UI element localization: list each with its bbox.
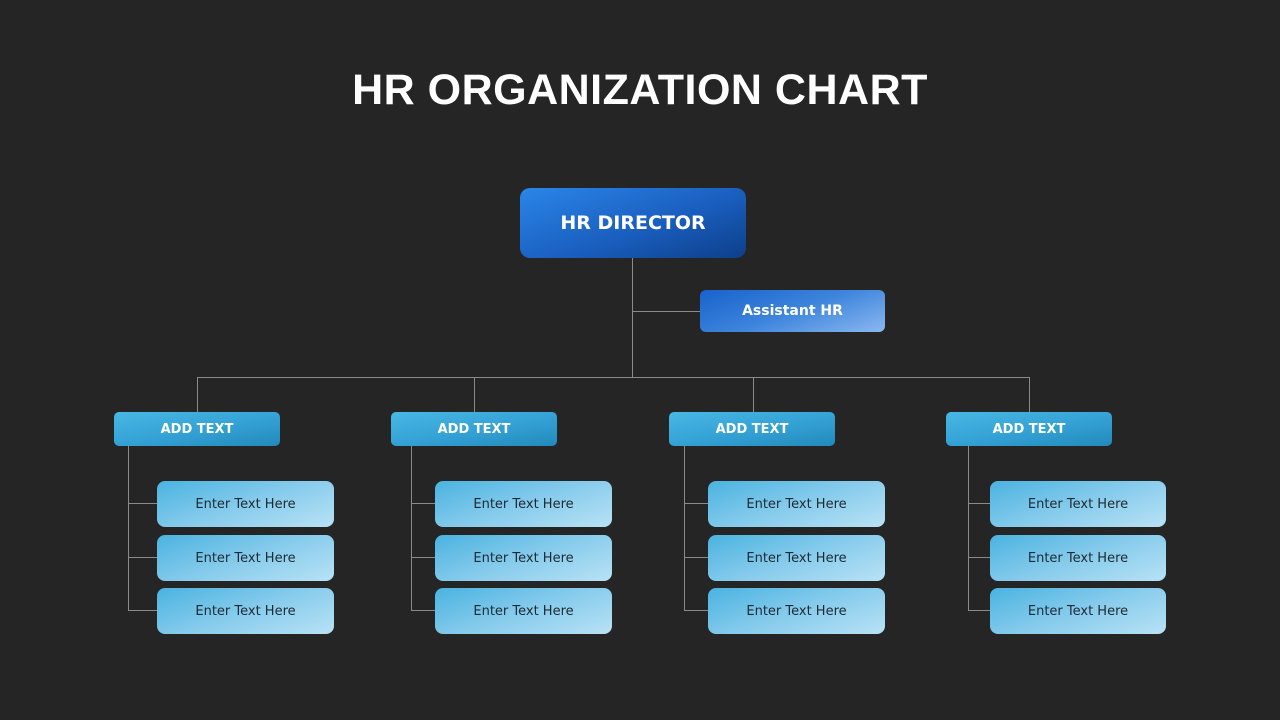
connector-dept-4-drop: [1029, 377, 1030, 412]
sub-item-label: Enter Text Here: [195, 603, 296, 619]
sub-item-label: Enter Text Here: [473, 603, 574, 619]
department-node-2[interactable]: ADD TEXT: [391, 412, 557, 446]
connector-dept-4-item-1: [968, 503, 990, 504]
sub-item-label: Enter Text Here: [746, 603, 847, 619]
sub-item-node[interactable]: Enter Text Here: [435, 481, 612, 527]
connector-dept-2-item-3: [411, 610, 435, 611]
connector-dept-2-branch: [411, 446, 412, 611]
sub-item-label: Enter Text Here: [195, 550, 296, 566]
department-node-4[interactable]: ADD TEXT: [946, 412, 1112, 446]
connector-dept-2-drop: [474, 377, 475, 412]
sub-item-node[interactable]: Enter Text Here: [990, 588, 1166, 634]
sub-item-label: Enter Text Here: [746, 550, 847, 566]
sub-item-label: Enter Text Here: [1027, 496, 1129, 512]
sub-item-node[interactable]: Enter Text Here: [990, 535, 1166, 581]
page-title: HR ORGANIZATION CHART: [352, 66, 928, 114]
connector-dept-4-branch: [968, 446, 969, 611]
hr-director-node[interactable]: HR DIRECTOR: [520, 188, 746, 258]
connector-dept-3-branch: [684, 446, 685, 611]
sub-item-node[interactable]: Enter Text Here: [157, 588, 334, 634]
sub-item-label: Enter Text Here: [473, 496, 574, 512]
connector-dept-1-item-3: [128, 610, 157, 611]
sub-item-node[interactable]: Enter Text Here: [435, 535, 612, 581]
hr-director-label: HR DIRECTOR: [560, 212, 706, 234]
sub-item-node[interactable]: Enter Text Here: [157, 481, 334, 527]
sub-item-label: Enter Text Here: [1027, 603, 1129, 619]
sub-item-label: Enter Text Here: [473, 550, 574, 566]
connector-dept-2-item-2: [411, 557, 435, 558]
sub-item-label: Enter Text Here: [195, 496, 296, 512]
department-node-1[interactable]: ADD TEXT: [114, 412, 280, 446]
sub-item-node[interactable]: Enter Text Here: [708, 588, 885, 634]
sub-item-node[interactable]: Enter Text Here: [990, 481, 1166, 527]
connector-dept-1-item-1: [128, 503, 157, 504]
connector-dept-3-item-1: [684, 503, 708, 504]
connector-director-trunk: [632, 258, 633, 377]
connector-dept-1-drop: [197, 377, 198, 412]
sub-item-node[interactable]: Enter Text Here: [708, 535, 885, 581]
sub-item-label: Enter Text Here: [1027, 550, 1129, 566]
connector-horizontal-bus: [197, 377, 1030, 378]
department-label: ADD TEXT: [437, 421, 511, 437]
sub-item-label: Enter Text Here: [746, 496, 847, 512]
connector-dept-3-drop: [753, 377, 754, 412]
connector-dept-4-item-3: [968, 610, 990, 611]
department-label: ADD TEXT: [160, 421, 234, 437]
connector-dept-3-item-3: [684, 610, 708, 611]
department-label: ADD TEXT: [715, 421, 789, 437]
connector-dept-4-item-2: [968, 557, 990, 558]
department-label: ADD TEXT: [992, 421, 1066, 437]
connector-assistant: [632, 311, 700, 312]
assistant-hr-node[interactable]: Assistant HR: [700, 290, 885, 332]
connector-dept-3-item-2: [684, 557, 708, 558]
assistant-hr-label: Assistant HR: [742, 303, 843, 319]
department-node-3[interactable]: ADD TEXT: [669, 412, 835, 446]
connector-dept-2-item-1: [411, 503, 435, 504]
connector-dept-1-branch: [128, 446, 129, 611]
sub-item-node[interactable]: Enter Text Here: [435, 588, 612, 634]
sub-item-node[interactable]: Enter Text Here: [157, 535, 334, 581]
connector-dept-1-item-2: [128, 557, 157, 558]
sub-item-node[interactable]: Enter Text Here: [708, 481, 885, 527]
